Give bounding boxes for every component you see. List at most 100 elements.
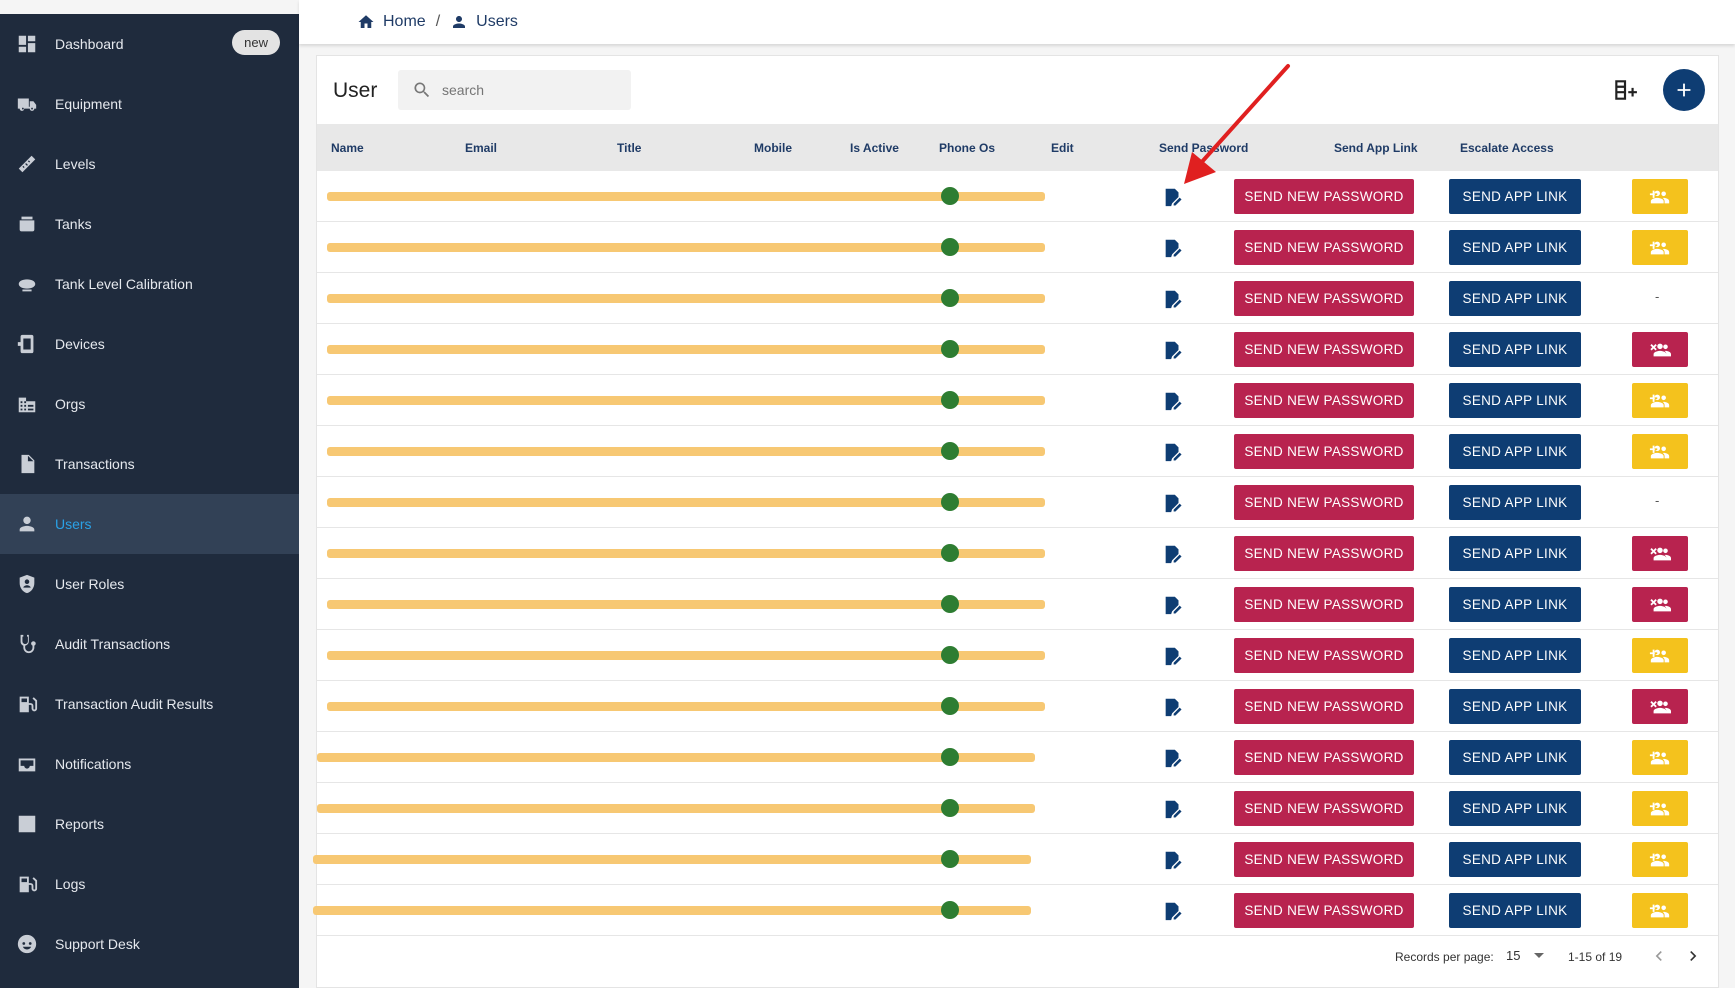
chevron-right-icon <box>1690 951 1697 961</box>
edit-icon[interactable] <box>1162 288 1184 310</box>
escalate-access-button[interactable] <box>1632 740 1688 775</box>
device-icon <box>16 333 38 355</box>
sidebar-item-users[interactable]: Users <box>0 494 299 554</box>
sidebar-item-tank-level-calibration[interactable]: Tank Level Calibration <box>0 254 299 314</box>
column-header-edit[interactable]: Edit <box>1051 141 1074 155</box>
sidebar-item-tanks[interactable]: Tanks <box>0 194 299 254</box>
column-header-escalate-access[interactable]: Escalate Access <box>1460 141 1554 155</box>
send-new-password-button[interactable]: SEND NEW PASSWORD <box>1234 536 1414 571</box>
send-new-password-button[interactable]: SEND NEW PASSWORD <box>1234 383 1414 418</box>
send-app-link-button[interactable]: SEND APP LINK <box>1449 791 1581 826</box>
export-button[interactable] <box>1611 76 1639 104</box>
sidebar-item-transaction-audit-results[interactable]: Transaction Audit Results <box>0 674 299 734</box>
column-header-email[interactable]: Email <box>465 141 497 155</box>
sidebar-item-notifications[interactable]: Notifications <box>0 734 299 794</box>
send-app-link-button[interactable]: SEND APP LINK <box>1449 587 1581 622</box>
send-new-password-button[interactable]: SEND NEW PASSWORD <box>1234 587 1414 622</box>
send-new-password-button[interactable]: SEND NEW PASSWORD <box>1234 485 1414 520</box>
send-new-password-button[interactable]: SEND NEW PASSWORD <box>1234 281 1414 316</box>
sidebar-item-label: Equipment <box>55 96 122 112</box>
edit-icon[interactable] <box>1162 441 1184 463</box>
send-app-link-button[interactable]: SEND APP LINK <box>1449 230 1581 265</box>
edit-icon[interactable] <box>1162 696 1184 718</box>
group-remove-icon <box>1650 343 1671 356</box>
edit-icon[interactable] <box>1162 645 1184 667</box>
send-new-password-button[interactable]: SEND NEW PASSWORD <box>1234 893 1414 928</box>
send-new-password-button[interactable]: SEND NEW PASSWORD <box>1234 230 1414 265</box>
search-box[interactable] <box>398 70 631 110</box>
escalate-access-button[interactable] <box>1632 383 1688 418</box>
sidebar-item-devices[interactable]: Devices <box>0 314 299 374</box>
send-app-link-button[interactable]: SEND APP LINK <box>1449 842 1581 877</box>
send-new-password-button[interactable]: SEND NEW PASSWORD <box>1234 842 1414 877</box>
column-header-is-active[interactable]: Is Active <box>850 141 899 155</box>
sidebar-item-equipment[interactable]: Equipment <box>0 74 299 134</box>
revoke-access-button[interactable] <box>1632 587 1688 622</box>
breadcrumb-home[interactable]: Home <box>357 13 426 31</box>
column-header-mobile[interactable]: Mobile <box>754 141 792 155</box>
column-header-send-password[interactable]: Send Password <box>1159 141 1248 155</box>
sidebar-item-support-desk[interactable]: Support Desk <box>0 914 299 974</box>
send-new-password-button[interactable]: SEND NEW PASSWORD <box>1234 638 1414 673</box>
search-input[interactable] <box>442 82 612 98</box>
send-app-link-button[interactable]: SEND APP LINK <box>1449 332 1581 367</box>
edit-icon[interactable] <box>1162 594 1184 616</box>
send-app-link-button[interactable]: SEND APP LINK <box>1449 689 1581 724</box>
revoke-access-button[interactable] <box>1632 689 1688 724</box>
send-new-password-button[interactable]: SEND NEW PASSWORD <box>1234 332 1414 367</box>
send-new-password-button[interactable]: SEND NEW PASSWORD <box>1234 689 1414 724</box>
edit-icon[interactable] <box>1162 900 1184 922</box>
sidebar-item-levels[interactable]: Levels <box>0 134 299 194</box>
send-app-link-button[interactable]: SEND APP LINK <box>1449 893 1581 928</box>
revoke-access-button[interactable] <box>1632 536 1688 571</box>
send-app-link-button[interactable]: SEND APP LINK <box>1449 740 1581 775</box>
send-new-password-button[interactable]: SEND NEW PASSWORD <box>1234 791 1414 826</box>
previous-page-button[interactable] <box>1649 946 1669 966</box>
add-user-button[interactable] <box>1663 69 1705 111</box>
escalate-access-button[interactable] <box>1632 179 1688 214</box>
sidebar-item-label: Levels <box>55 156 96 172</box>
sidebar: Dashboard new Equipment Levels Tanks Tank Lev… <box>0 14 299 988</box>
edit-icon[interactable] <box>1162 747 1184 769</box>
column-header-name[interactable]: Name <box>331 141 364 155</box>
escalate-access-button[interactable] <box>1632 893 1688 928</box>
escalate-access-button[interactable] <box>1632 638 1688 673</box>
sidebar-item-reports[interactable]: Reports <box>0 794 299 854</box>
sidebar-item-transactions[interactable]: Transactions <box>0 434 299 494</box>
sidebar-item-label: Users <box>55 516 92 532</box>
column-header-send-app-link[interactable]: Send App Link <box>1334 141 1418 155</box>
send-app-link-button[interactable]: SEND APP LINK <box>1449 485 1581 520</box>
send-app-link-button[interactable]: SEND APP LINK <box>1449 536 1581 571</box>
escalate-access-button[interactable] <box>1632 791 1688 826</box>
send-app-link-button[interactable]: SEND APP LINK <box>1449 281 1581 316</box>
send-app-link-button[interactable]: SEND APP LINK <box>1449 179 1581 214</box>
active-status-icon <box>941 850 959 868</box>
edit-icon[interactable] <box>1162 339 1184 361</box>
escalate-access-button[interactable] <box>1632 230 1688 265</box>
escalate-access-button[interactable] <box>1632 842 1688 877</box>
column-header-title[interactable]: Title <box>617 141 641 155</box>
send-app-link-button[interactable]: SEND APP LINK <box>1449 638 1581 673</box>
edit-icon[interactable] <box>1162 390 1184 412</box>
send-new-password-button[interactable]: SEND NEW PASSWORD <box>1234 740 1414 775</box>
records-per-page-select[interactable]: 15 <box>1506 948 1545 963</box>
edit-icon[interactable] <box>1162 492 1184 514</box>
next-page-button[interactable] <box>1683 946 1703 966</box>
sidebar-item-user-roles[interactable]: User Roles <box>0 554 299 614</box>
sidebar-item-dashboard[interactable]: Dashboard new <box>0 14 299 74</box>
sidebar-item-logs[interactable]: Logs <box>0 854 299 914</box>
edit-icon[interactable] <box>1162 543 1184 565</box>
send-new-password-button[interactable]: SEND NEW PASSWORD <box>1234 434 1414 469</box>
send-new-password-button[interactable]: SEND NEW PASSWORD <box>1234 179 1414 214</box>
column-header-phone-os[interactable]: Phone Os <box>939 141 995 155</box>
escalate-access-button[interactable] <box>1632 434 1688 469</box>
edit-icon[interactable] <box>1162 186 1184 208</box>
revoke-access-button[interactable] <box>1632 332 1688 367</box>
send-app-link-button[interactable]: SEND APP LINK <box>1449 434 1581 469</box>
sidebar-item-audit-transactions[interactable]: Audit Transactions <box>0 614 299 674</box>
edit-icon[interactable] <box>1162 798 1184 820</box>
edit-icon[interactable] <box>1162 237 1184 259</box>
edit-icon[interactable] <box>1162 849 1184 871</box>
sidebar-item-orgs[interactable]: Orgs <box>0 374 299 434</box>
send-app-link-button[interactable]: SEND APP LINK <box>1449 383 1581 418</box>
